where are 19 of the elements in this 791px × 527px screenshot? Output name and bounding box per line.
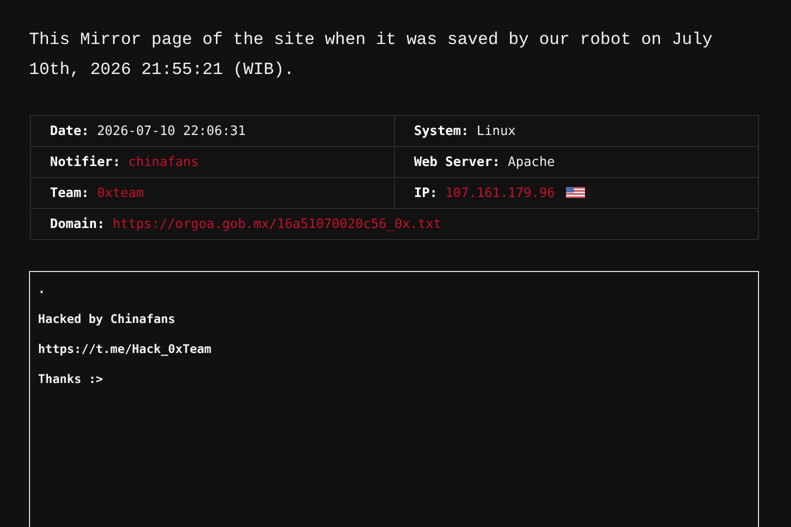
field-label: Notifier: bbox=[50, 154, 120, 170]
field-label: Date: bbox=[50, 124, 90, 138]
field-link[interactable]: https://orgoa.gob.mx/16a51070020c56_0x.txt bbox=[112, 216, 442, 232]
field-label: System: bbox=[414, 124, 469, 138]
mirror-text: . bbox=[38, 282, 46, 297]
field-label: Team: bbox=[50, 186, 90, 200]
mirror-text: Thanks :> bbox=[38, 372, 104, 387]
field-value: Apache bbox=[508, 154, 555, 170]
field-label: Domain: bbox=[50, 216, 105, 232]
field-link[interactable]: 0xteam bbox=[96, 186, 144, 200]
field-value: Linux bbox=[476, 124, 516, 138]
mirror-text: https://t.me/Hack_0xTeam bbox=[38, 342, 212, 357]
field-value: 2026-07-10 22:06:31 bbox=[96, 124, 246, 138]
field-label: Web Server: bbox=[414, 154, 500, 170]
field-link[interactable]: chinafans bbox=[128, 154, 199, 170]
field-link[interactable]: 107.161.179.96 bbox=[445, 186, 555, 200]
intro-text: This Mirror page of the site when it was saved by our robot on July 10th, 2026 21:55:21 (WIB). bbox=[29, 30, 714, 82]
mirror-text: Hacked by Chinafans bbox=[38, 312, 176, 327]
field-label: IP: bbox=[414, 186, 438, 200]
